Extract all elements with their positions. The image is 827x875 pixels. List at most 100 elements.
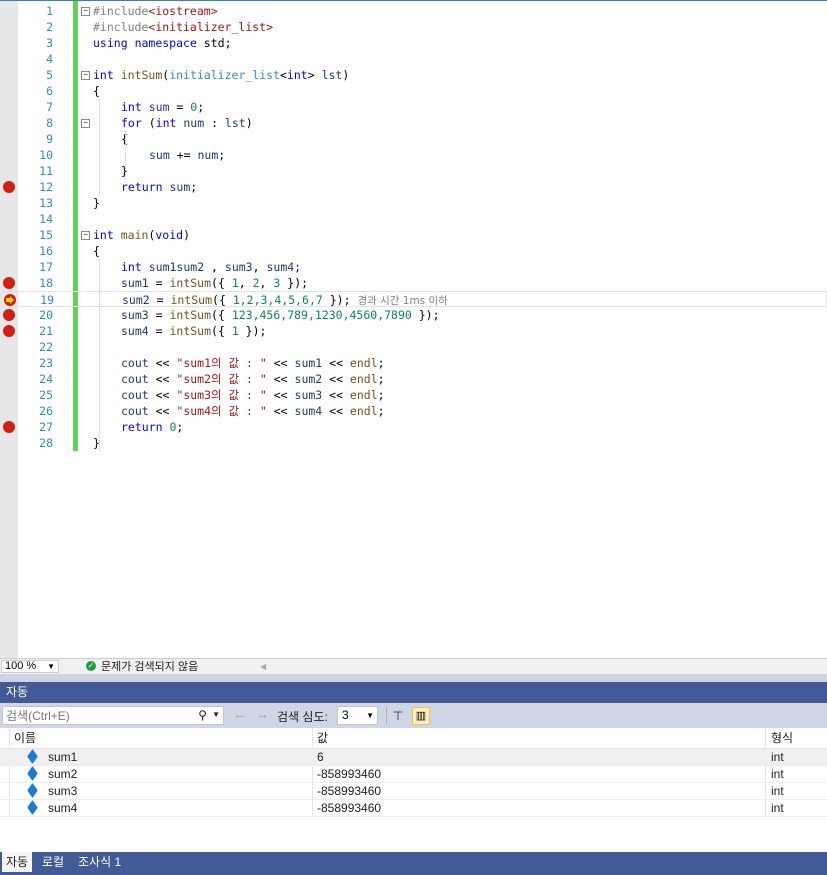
- code-line[interactable]: 24 cout << "sum2의 값 : " << sum2 << endl;: [0, 371, 827, 387]
- code-token: <<: [148, 388, 177, 402]
- arrow-right-icon[interactable]: →: [255, 706, 269, 722]
- code-token: return: [121, 420, 163, 434]
- code-line[interactable]: 1 − #include<iostream>: [0, 3, 827, 19]
- collapse-icon[interactable]: −: [81, 71, 90, 80]
- line-number: 2: [46, 20, 53, 34]
- code-line[interactable]: 3 using namespace std;: [0, 35, 827, 51]
- table-row[interactable]: sum2 -858993460 int: [0, 766, 827, 783]
- line-number: 18: [39, 276, 53, 290]
- code-line[interactable]: 12 return sum;: [0, 179, 827, 195]
- code-token: 1: [231, 276, 239, 290]
- code-line[interactable]: 8 − for (int num : lst): [0, 115, 827, 131]
- current-statement-icon[interactable]: [4, 294, 16, 306]
- cell-name: sum2: [48, 767, 78, 781]
- code-editor[interactable]: 1− #include<iostream> 2 #include<initialize…: [0, 0, 827, 659]
- issues-status[interactable]: 문제가 검색되지 않음: [101, 660, 198, 674]
- breakpoint-icon[interactable]: [3, 325, 15, 337]
- code-text: }: [93, 195, 100, 211]
- pin-icon[interactable]: ⊤: [390, 708, 406, 724]
- code-line[interactable]: 20 sum3 = intSum({ 123,456,789,1230,4560,…: [0, 307, 827, 323]
- code-token: intSum: [169, 276, 212, 290]
- code-line[interactable]: 13}: [0, 195, 827, 211]
- chevron-down-icon[interactable]: ▼: [212, 710, 220, 719]
- code-line[interactable]: 28}: [0, 435, 827, 451]
- code-token: return: [121, 180, 163, 194]
- breakpoint-icon[interactable]: [3, 181, 15, 193]
- search-icon[interactable]: ⚲: [198, 708, 207, 722]
- code-token: "sum1의 값 : ": [176, 356, 267, 370]
- line-number: 9: [46, 132, 53, 146]
- code-token: int: [93, 68, 114, 82]
- cell-value[interactable]: -858993460: [317, 766, 381, 782]
- code-line[interactable]: 4: [0, 51, 827, 67]
- line-number: 12: [39, 180, 53, 194]
- scroll-left-icon[interactable]: ◀: [260, 662, 266, 671]
- code-line[interactable]: 14: [0, 211, 827, 227]
- code-token: intSum: [169, 324, 212, 338]
- code-token: ,: [252, 260, 267, 274]
- panel-splitter[interactable]: [0, 674, 827, 682]
- code-line[interactable]: 21 sum4 = intSum({ 1 });: [0, 323, 827, 339]
- code-line[interactable]: 26 cout << "sum4의 값 : " << sum4 << endl;: [0, 403, 827, 419]
- code-token: ;: [218, 148, 226, 162]
- cell-value[interactable]: -858993460: [317, 800, 381, 816]
- search-depth-select[interactable]: 3 ▼: [337, 706, 378, 725]
- table-row[interactable]: sum4 -858993460 int: [0, 800, 827, 817]
- column-header-type[interactable]: 형식: [771, 728, 793, 748]
- cell-value[interactable]: 6: [317, 749, 324, 765]
- code-line[interactable]: 7 int sum = 0;: [0, 99, 827, 115]
- code-token: cout: [121, 404, 149, 418]
- code-line[interactable]: 5 − int intSum(initializer_list<int> lst): [0, 67, 827, 83]
- cell-type: int: [771, 750, 784, 764]
- columns-icon[interactable]: ▥: [412, 707, 430, 725]
- search-input[interactable]: [3, 707, 191, 724]
- tab-watch-1[interactable]: 조사식 1: [74, 852, 125, 872]
- code-token: int: [286, 68, 308, 82]
- breakpoint-icon[interactable]: [3, 309, 15, 321]
- code-line[interactable]: 17 int sum1sum2 , sum3, sum4;: [0, 259, 827, 275]
- code-line[interactable]: 19 sum2 = intSum({ 1,2,3,4,5,6,7 }); 경과 시…: [0, 291, 827, 307]
- tab-locals[interactable]: 로컬: [38, 852, 68, 872]
- code-line[interactable]: 16 {: [0, 243, 827, 259]
- line-number: 8: [46, 116, 53, 130]
- column-header-value[interactable]: 값: [317, 728, 328, 748]
- indent-guide: [99, 99, 100, 195]
- table-row[interactable]: sum1 6 int: [0, 749, 827, 766]
- perf-tip-hint[interactable]: 경과 시간 1ms 이하: [357, 295, 447, 307]
- tab-auto[interactable]: 자동: [2, 852, 33, 872]
- code-token: sum3: [121, 308, 149, 322]
- cell-name: sum3: [48, 784, 78, 798]
- code-token: ;: [197, 100, 205, 114]
- code-line[interactable]: 6{: [0, 83, 827, 99]
- code-token: sum2: [122, 293, 150, 307]
- collapse-icon[interactable]: −: [81, 231, 90, 240]
- cell-value[interactable]: -858993460: [317, 783, 381, 799]
- line-number: 3: [46, 36, 53, 50]
- search-box[interactable]: ⚲ ▼: [2, 706, 224, 725]
- code-line[interactable]: 22: [0, 339, 827, 355]
- code-token: 123,456,789,1230,4560,7890: [231, 308, 412, 322]
- code-line[interactable]: 15 − int main(void): [0, 227, 827, 243]
- code-text: using namespace std;: [93, 35, 232, 51]
- breakpoint-icon[interactable]: [3, 421, 15, 433]
- arrow-left-icon[interactable]: ←: [233, 706, 247, 722]
- bottom-tab-strip: 자동 로컬 조사식 1: [0, 852, 827, 875]
- table-row[interactable]: sum3 -858993460 int: [0, 783, 827, 800]
- breakpoint-icon[interactable]: [3, 277, 15, 289]
- code-line[interactable]: 2 #include<initializer_list>: [0, 19, 827, 35]
- code-token: lst: [321, 68, 343, 82]
- column-header-name[interactable]: 이름: [14, 728, 36, 748]
- code-token: main: [120, 228, 149, 242]
- code-token: ({: [211, 324, 232, 338]
- code-line[interactable]: 18 sum1 = intSum({ 1, 2, 3 });: [0, 275, 827, 291]
- collapse-icon[interactable]: −: [81, 7, 90, 16]
- code-token: {: [93, 244, 100, 258]
- line-number: 15: [39, 228, 53, 242]
- code-line[interactable]: 25 cout << "sum3의 값 : " << sum3 << endl;: [0, 387, 827, 403]
- code-line[interactable]: 23 cout << "sum1의 값 : " << sum1 << endl;: [0, 355, 827, 371]
- code-token: intSum: [120, 68, 163, 82]
- collapse-icon[interactable]: −: [81, 119, 90, 128]
- zoom-select[interactable]: 100 % ▼: [1, 660, 59, 673]
- code-line[interactable]: 27 return 0;: [0, 419, 827, 435]
